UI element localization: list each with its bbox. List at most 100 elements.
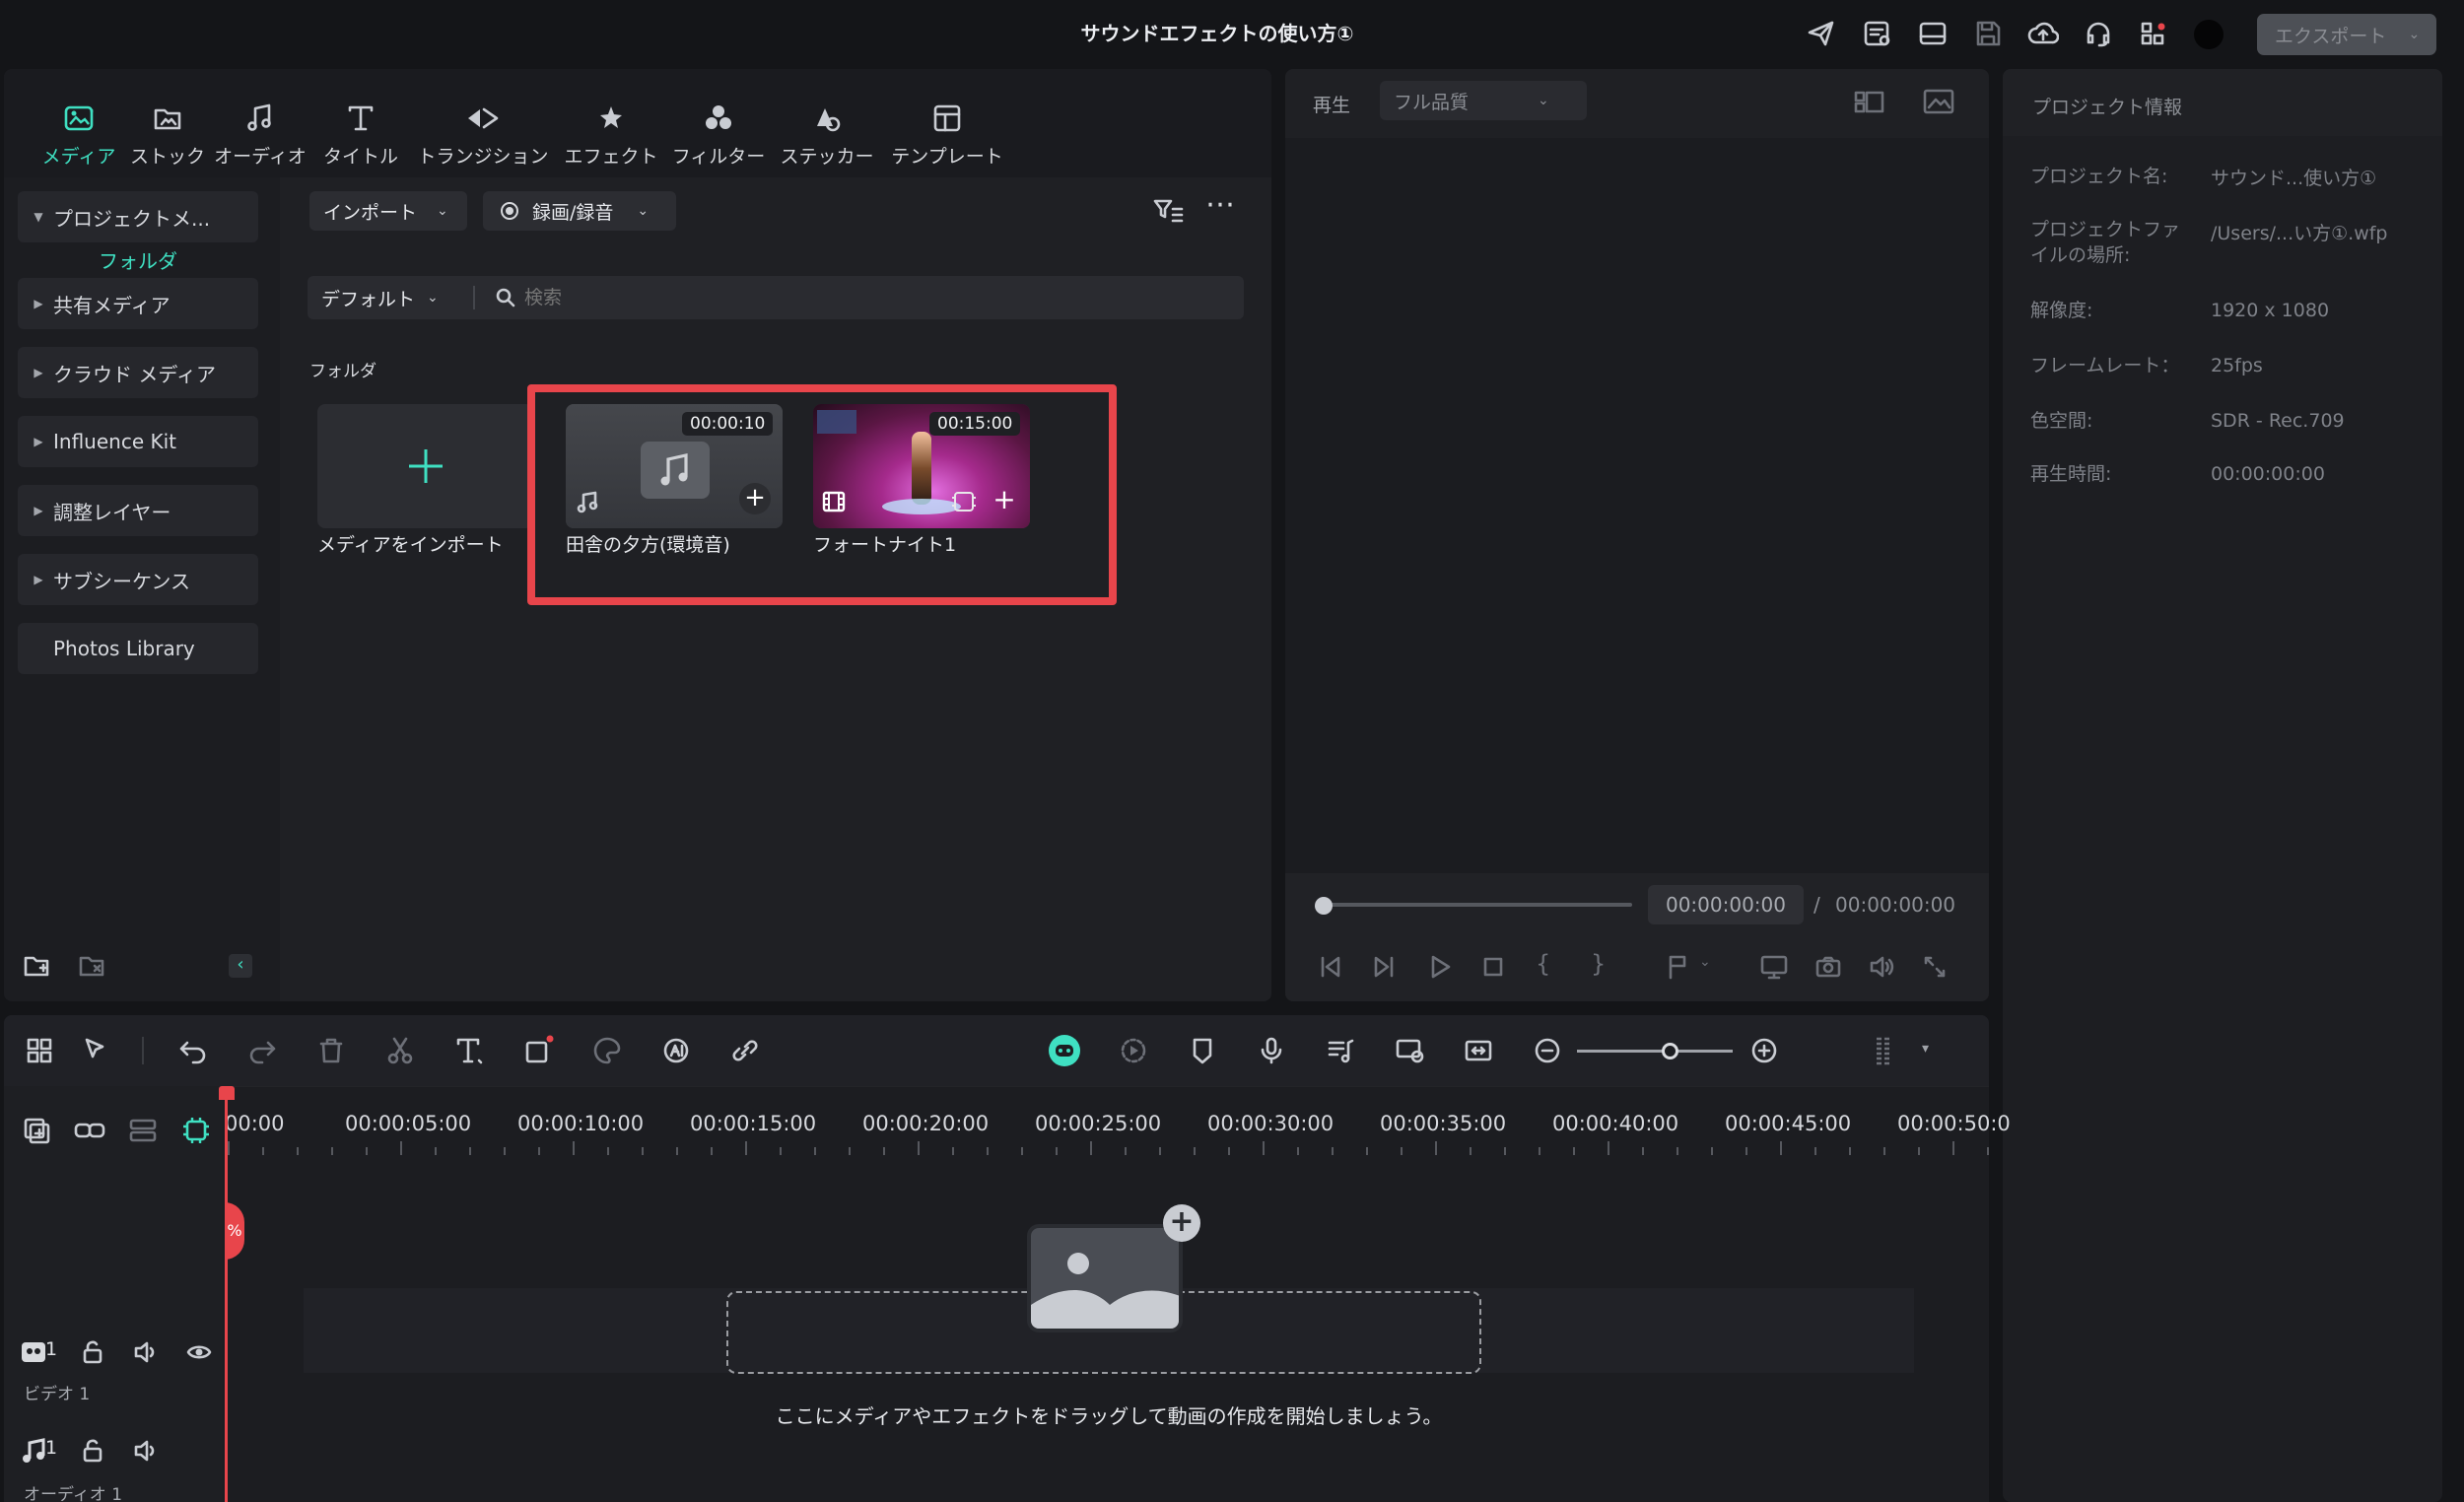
snapshot-image-icon[interactable] <box>1922 87 1955 116</box>
caret-right-icon: ▶ <box>34 435 43 448</box>
tab-label: ステッカー <box>780 146 874 168</box>
sidebar-item-adjustment-layer[interactable]: ▶ 調整レイヤー <box>18 485 258 536</box>
sidebar-item-subsequence[interactable]: ▶ サブシーケンス <box>18 554 258 605</box>
share-icon[interactable] <box>1806 18 1837 49</box>
scrub-bar[interactable] <box>1321 903 1632 907</box>
export-button[interactable]: エクスポート ⌄ <box>2257 14 2436 55</box>
more-options-icon[interactable]: ⋯ <box>1202 190 1238 227</box>
record-icon <box>501 202 518 220</box>
mark-in-icon[interactable]: { <box>1536 950 1550 978</box>
layout-grid-icon[interactable] <box>24 1035 55 1066</box>
sort-dropdown[interactable]: デフォルト ⌄ <box>321 276 439 319</box>
playhead[interactable] <box>225 1086 228 1502</box>
tab-bar: メディア ストック オーディオ タイトル トランジション エフェクト フィルター <box>4 69 1271 177</box>
zoom-slider-handle[interactable] <box>1662 1043 1678 1059</box>
new-folder-icon[interactable] <box>22 950 51 980</box>
text-tool-icon[interactable] <box>453 1035 485 1066</box>
sidebar-item-shared-media[interactable]: ▶ 共有メディア <box>18 278 258 329</box>
import-dropdown[interactable]: インポート ⌄ <box>309 191 467 231</box>
lock-icon[interactable] <box>79 1338 106 1366</box>
ruler-ticks <box>228 1141 1989 1155</box>
delete-folder-icon[interactable] <box>77 950 106 980</box>
apps-grid-icon[interactable] <box>2138 18 2169 49</box>
shield-icon[interactable] <box>1187 1035 1218 1066</box>
sidebar-item-project-media[interactable]: ▼ プロジェクトメ... <box>18 191 258 242</box>
tab-stock[interactable]: ストック <box>126 99 209 169</box>
grid-view-icon[interactable] <box>1853 87 1886 116</box>
chevron-down-icon: ⌄ <box>637 203 650 219</box>
music-list-icon[interactable] <box>1325 1035 1356 1066</box>
tab-filter[interactable]: フィルター <box>666 99 771 169</box>
tab-template[interactable]: テンプレート <box>883 99 1011 169</box>
import-media-tile[interactable] <box>317 404 534 528</box>
replace-icon[interactable] <box>1463 1035 1494 1066</box>
add-media-plus-icon[interactable]: + <box>1163 1204 1200 1242</box>
link-icon[interactable] <box>729 1035 761 1066</box>
ai-assistant-icon[interactable] <box>1047 1033 1082 1068</box>
display-icon[interactable] <box>1758 952 1790 982</box>
tab-label: メディア <box>41 146 116 168</box>
drop-hint: ここにメディアやエフェクトをドラッグして動画の作成を開始しましょう。 <box>775 1404 1443 1428</box>
tab-transition[interactable]: トランジション <box>412 99 554 169</box>
caret-right-icon: ▶ <box>34 573 43 586</box>
crop-icon[interactable] <box>522 1035 554 1066</box>
zoom-slider[interactable] <box>1577 1050 1733 1053</box>
avatar[interactable] <box>2194 20 2224 49</box>
speaker-icon[interactable] <box>132 1437 160 1465</box>
search-icon <box>495 287 516 308</box>
camera-icon[interactable] <box>1814 952 1843 982</box>
zoom-out-icon[interactable] <box>1532 1035 1563 1066</box>
tab-effect[interactable]: エフェクト <box>558 99 664 169</box>
eye-icon[interactable] <box>185 1338 213 1366</box>
import-tile-label: メディアをインポート <box>317 534 504 556</box>
tab-label: ストック <box>129 146 205 168</box>
speaker-icon[interactable] <box>132 1338 160 1366</box>
redo-icon[interactable] <box>246 1035 278 1066</box>
task-list-icon[interactable] <box>1862 18 1893 49</box>
playhead-top[interactable] <box>219 1086 235 1100</box>
chevron-down-icon[interactable]: ⌄ <box>1699 954 1711 970</box>
mark-out-icon[interactable]: } <box>1591 950 1606 978</box>
audio-track-number: 1 <box>45 1437 58 1459</box>
motion-icon[interactable] <box>1118 1035 1149 1066</box>
zoom-in-icon[interactable] <box>1748 1035 1780 1066</box>
delete-icon[interactable] <box>315 1035 347 1066</box>
tab-title[interactable]: タイトル <box>313 99 408 169</box>
track-height-icon[interactable] <box>1869 1035 1900 1066</box>
sidebar-item-photos-library[interactable]: Photos Library <box>18 623 258 674</box>
play-icon[interactable] <box>1425 952 1455 982</box>
screen-record-icon[interactable] <box>1394 1035 1425 1066</box>
chevron-down-icon[interactable]: ▾ <box>1922 1041 1929 1057</box>
tab-audio[interactable]: オーディオ <box>209 99 311 169</box>
scrub-handle[interactable] <box>1315 897 1333 915</box>
save-icon[interactable] <box>1972 18 2004 49</box>
collapse-sidebar-button[interactable]: ‹ <box>229 954 252 978</box>
scissors-icon[interactable] <box>384 1035 416 1066</box>
previous-frame-icon[interactable] <box>1315 952 1344 982</box>
undo-icon[interactable] <box>177 1035 209 1066</box>
sidebar-item-influence-kit[interactable]: ▶ Influence Kit <box>18 416 258 467</box>
color-palette-icon[interactable] <box>591 1035 623 1066</box>
quality-label: フル品質 <box>1394 91 1470 113</box>
time-separator: / <box>1814 893 1820 917</box>
filter-sort-icon[interactable] <box>1151 195 1185 229</box>
microphone-icon[interactable] <box>1256 1035 1287 1066</box>
search-input[interactable] <box>524 282 1214 313</box>
sidebar-item-cloud-media[interactable]: ▶ クラウド メディア <box>18 347 258 398</box>
stop-icon[interactable] <box>1478 952 1508 982</box>
cloud-upload-icon[interactable] <box>2027 18 2059 49</box>
layout-icon[interactable] <box>1917 18 1949 49</box>
tab-sticker[interactable]: ステッカー <box>775 99 879 169</box>
next-frame-icon[interactable] <box>1370 952 1400 982</box>
volume-icon[interactable] <box>1867 952 1896 982</box>
support-headset-icon[interactable] <box>2083 18 2114 49</box>
select-cursor-icon[interactable] <box>81 1035 112 1066</box>
ai-tool-icon[interactable] <box>660 1035 692 1066</box>
quality-dropdown[interactable]: フル品質 ⌄ <box>1380 81 1587 120</box>
tab-media[interactable]: メディア <box>32 99 126 169</box>
fullscreen-icon[interactable] <box>1920 952 1950 982</box>
marker-icon[interactable] <box>1664 952 1693 982</box>
lock-icon[interactable] <box>79 1437 106 1465</box>
sidebar-item-label: プロジェクトメ... <box>53 206 211 231</box>
record-dropdown[interactable]: 録画/録音 ⌄ <box>483 191 676 231</box>
